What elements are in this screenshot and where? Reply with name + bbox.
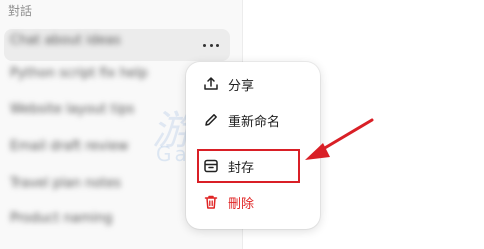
conversation-title: Email draft review [10, 139, 129, 154]
conversation-title: Product naming [10, 211, 113, 226]
menu-item-share[interactable]: 分享 [196, 70, 310, 98]
trash-icon [202, 193, 220, 211]
conversation-title: Chat about ideas [10, 33, 121, 48]
conversation-title: Website layout tips [10, 102, 135, 117]
share-icon [202, 75, 220, 93]
menu-item-label: 刪除 [228, 196, 255, 212]
menu-item-label: 重新命名 [228, 114, 281, 130]
more-horizontal-icon[interactable] [200, 38, 222, 52]
menu-item-label: 分享 [228, 78, 255, 94]
section-label: 對話 [8, 4, 33, 18]
annotation-highlight-box [197, 149, 300, 183]
conversation-title: Python script fix help [10, 66, 148, 81]
conversation-item[interactable]: Chat about ideas [4, 29, 230, 61]
conversation-title: Travel plan notes [10, 176, 122, 191]
context-menu: 分享 重新命名 封存 刪除 [186, 62, 320, 229]
pencil-icon [202, 111, 220, 129]
menu-item-rename[interactable]: 重新命名 [196, 106, 310, 134]
menu-item-delete[interactable]: 刪除 [196, 188, 310, 216]
